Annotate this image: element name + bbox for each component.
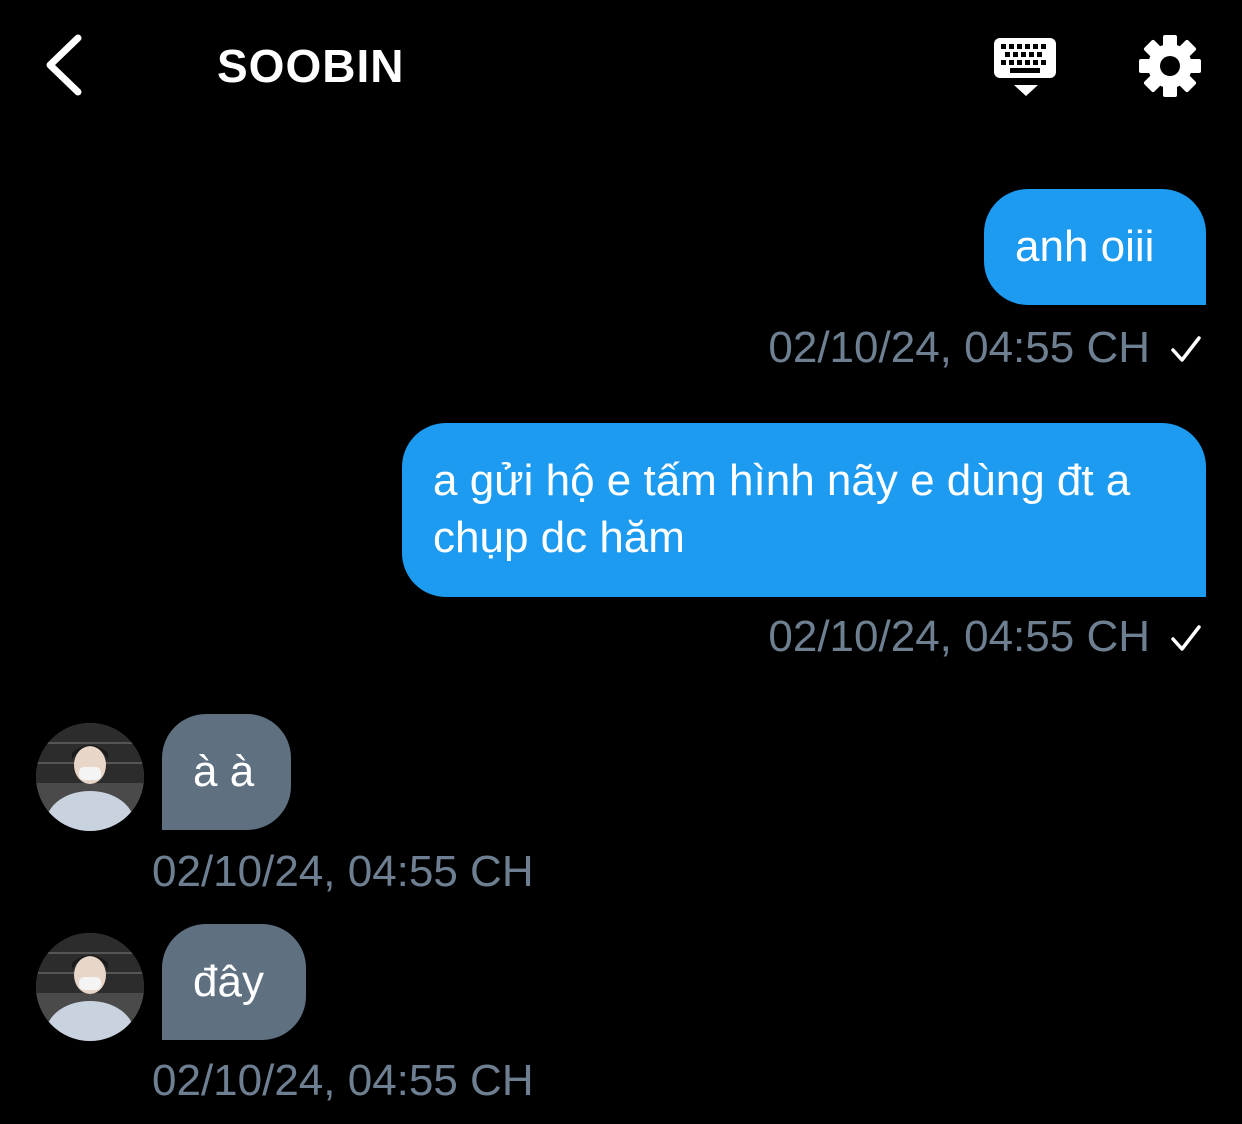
message-bubble-incoming[interactable]: à à [162, 714, 291, 830]
gear-icon [1139, 35, 1201, 97]
timestamp-text: 02/10/24, 04:55 CH [152, 1056, 534, 1105]
header-bar: SOOBIN [0, 0, 1242, 130]
timestamp-text: 02/10/24, 04:55 CH [768, 612, 1150, 661]
message-text: đây [193, 957, 264, 1006]
conversation-title: SOOBIN [217, 40, 405, 92]
keyboard-icon [994, 38, 1056, 96]
settings-button[interactable] [1136, 32, 1204, 100]
message-text: anh oiii [1015, 222, 1155, 271]
check-icon [1170, 613, 1202, 665]
message-bubble-incoming[interactable]: đây [162, 924, 306, 1040]
message-bubble-outgoing[interactable]: a gửi hộ e tấm hình nãy e dùng đt a chụp… [402, 423, 1206, 597]
timestamp-text: 02/10/24, 04:55 CH [152, 847, 534, 896]
back-button[interactable] [36, 30, 96, 100]
message-timestamp: 02/10/24, 04:55 CH [768, 611, 1202, 665]
chevron-left-icon [46, 34, 82, 96]
message-timestamp: 02/10/24, 04:55 CH [152, 1055, 534, 1107]
message-text: à à [193, 747, 255, 796]
message-bubble-outgoing[interactable]: anh oiii [984, 189, 1206, 305]
keyboard-button[interactable] [988, 30, 1064, 102]
avatar[interactable] [36, 723, 144, 831]
timestamp-text: 02/10/24, 04:55 CH [768, 323, 1150, 372]
message-timestamp: 02/10/24, 04:55 CH [152, 846, 534, 898]
message-text: a gửi hộ e tấm hình nãy e dùng đt a chụp… [433, 456, 1131, 562]
avatar[interactable] [36, 933, 144, 1041]
check-icon [1170, 324, 1202, 376]
message-timestamp: 02/10/24, 04:55 CH [768, 322, 1202, 376]
